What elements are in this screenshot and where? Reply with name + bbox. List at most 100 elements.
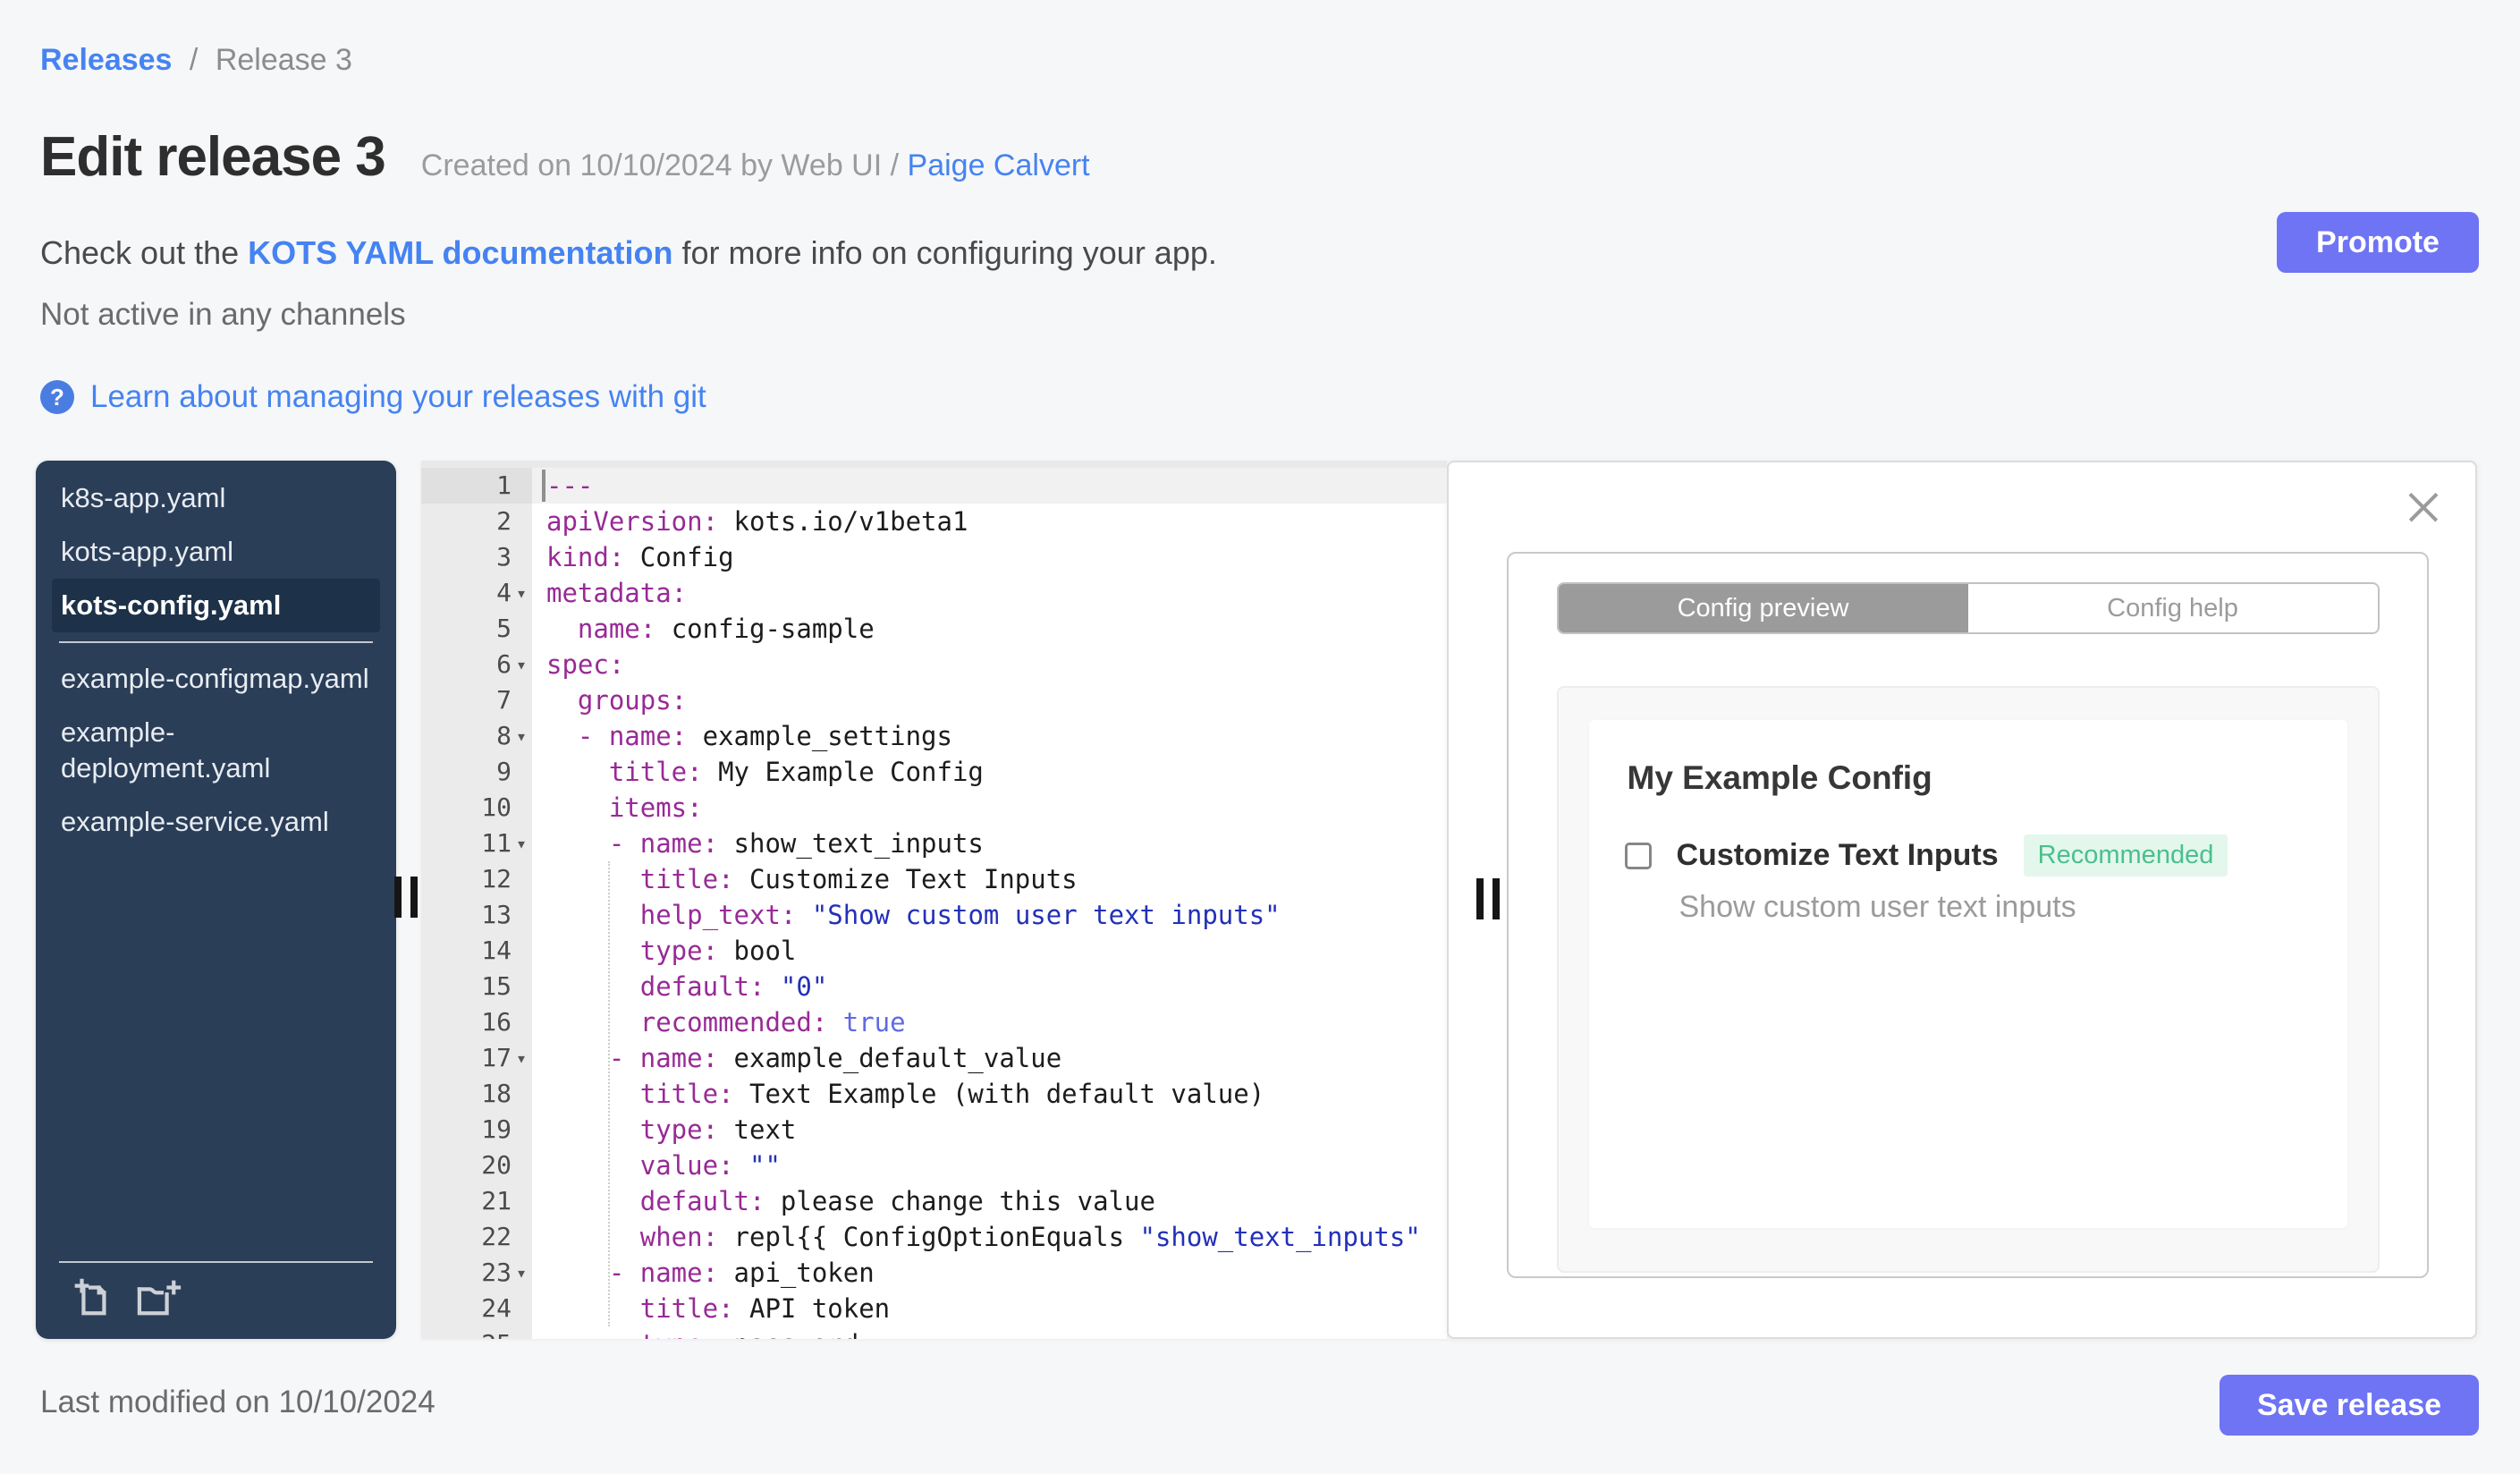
code-line[interactable]: 3 kind: Config: [421, 539, 1447, 575]
code-text: items:: [608, 792, 703, 823]
file-item-kots-app-yaml[interactable]: kots-app.yaml: [52, 525, 380, 579]
release-editor-page: Releases / Release 3 Edit release 3 Crea…: [0, 0, 2520, 1474]
code-line[interactable]: 19 type: text: [421, 1112, 1447, 1148]
code-line[interactable]: 18 title: Text Example (with default val…: [421, 1076, 1447, 1112]
file-sidebar: k8s-app.yaml kots-app.yaml kots-config.yam…: [36, 461, 396, 1339]
breadcrumb-releases-link[interactable]: Releases: [40, 43, 172, 77]
line-number: 16: [481, 1007, 512, 1037]
code-text: - name: example_settings: [577, 721, 952, 751]
fold-arrow-icon[interactable]: ▾: [512, 826, 530, 861]
code-text: metadata:: [546, 578, 688, 608]
code-line[interactable]: 6 ▾ spec:: [421, 647, 1447, 682]
code-line[interactable]: 4 ▾ metadata:: [421, 575, 1447, 611]
code-line[interactable]: 23 ▾ - name: api_token: [421, 1255, 1447, 1291]
breadcrumb-separator: /: [189, 43, 199, 77]
line-number: 10: [481, 792, 512, 822]
line-number: 21: [481, 1186, 512, 1216]
resize-bar: [1493, 878, 1500, 919]
code-line[interactable]: 1 ---: [421, 468, 1447, 504]
code-line[interactable]: 20 value: "": [421, 1148, 1447, 1183]
code-text: spec:: [546, 649, 625, 680]
code-line[interactable]: 21 default: please change this value: [421, 1183, 1447, 1219]
fold-arrow-icon[interactable]: ▾: [512, 718, 530, 754]
code-text: name: config-sample: [577, 614, 875, 644]
code-line[interactable]: 13 help_text: "Show custom user text inp…: [421, 897, 1447, 933]
page-title: Edit release 3: [40, 126, 386, 188]
line-number: 12: [481, 864, 512, 894]
code-text: title: API token: [639, 1293, 891, 1324]
customize-text-inputs-checkbox[interactable]: [1624, 842, 1652, 869]
code-text: apiVersion: kots.io/v1beta1: [546, 506, 968, 537]
yaml-editor[interactable]: 1 --- 2 apiVersion: kots.io/v1beta1 3 kind: C…: [421, 461, 1447, 1339]
promote-button[interactable]: Promote: [2277, 212, 2479, 273]
resize-handle-left[interactable]: [394, 877, 418, 918]
code-line[interactable]: 9 title: My Example Config: [421, 754, 1447, 790]
line-number: 11 ▾: [421, 826, 532, 861]
save-release-button[interactable]: Save release: [2220, 1375, 2479, 1436]
file-item-example-service-yaml[interactable]: example-service.yaml: [52, 795, 380, 849]
code-text: groups:: [577, 685, 688, 716]
file-list: k8s-app.yaml kots-app.yaml kots-config.yam…: [36, 461, 396, 849]
code-text: type: bool: [639, 936, 797, 966]
line-number: 19: [481, 1114, 512, 1144]
git-help-link[interactable]: Learn about managing your releases with …: [90, 379, 706, 415]
breadcrumb-current: Release 3: [215, 43, 352, 77]
file-item-k8s-app-yaml[interactable]: k8s-app.yaml: [52, 471, 380, 525]
line-number: 2: [496, 506, 512, 536]
code-line[interactable]: 15 default: "0": [421, 969, 1447, 1004]
resize-bar: [1476, 878, 1484, 919]
config-item-row: Customize Text Inputs Recommended: [1624, 834, 2228, 877]
file-item-example-configmap-yaml[interactable]: example-configmap.yaml: [52, 652, 380, 706]
code-line[interactable]: 24 title: API token: [421, 1291, 1447, 1326]
breadcrumb: Releases / Release 3: [40, 43, 352, 78]
code-text: ---: [532, 468, 1447, 504]
line-number: 20: [481, 1150, 512, 1180]
fold-arrow-icon[interactable]: ▾: [512, 1255, 530, 1291]
line-number: 15: [481, 971, 512, 1001]
kots-yaml-docs-link[interactable]: KOTS YAML documentation: [248, 234, 672, 271]
tab-config-help[interactable]: Config help: [1967, 584, 2378, 632]
code-line[interactable]: 2 apiVersion: kots.io/v1beta1: [421, 504, 1447, 539]
file-item-example-deployment-yaml[interactable]: example-deployment.yaml: [52, 706, 380, 795]
code-text: default: "0": [639, 971, 828, 1002]
code-text: title: Customize Text Inputs: [639, 864, 1078, 894]
code-line[interactable]: 22 when: repl{{ ConfigOptionEquals "show…: [421, 1219, 1447, 1255]
new-file-icon[interactable]: [72, 1277, 113, 1323]
code-line[interactable]: 16 recommended: true: [421, 1004, 1447, 1040]
code-line[interactable]: 7 groups:: [421, 682, 1447, 718]
code-line[interactable]: 8 ▾ - name: example_settings: [421, 718, 1447, 754]
file-list-divider: [59, 641, 373, 643]
docs-hint-after: for more info on configuring your app.: [672, 234, 1217, 271]
tab-config-preview[interactable]: Config preview: [1558, 584, 1968, 632]
sidebar-footer: [36, 1261, 396, 1339]
resize-bar: [410, 877, 418, 918]
line-number: 5: [496, 614, 512, 643]
code-line[interactable]: 10 items:: [421, 790, 1447, 826]
code-line[interactable]: 14 type: bool: [421, 933, 1447, 969]
code-line[interactable]: 12 title: Customize Text Inputs: [421, 861, 1447, 897]
code-text: when: repl{{ ConfigOptionEquals "show_te…: [639, 1222, 1421, 1252]
workspace: k8s-app.yaml kots-app.yaml kots-config.yam…: [0, 461, 2520, 1339]
close-icon[interactable]: [2404, 487, 2443, 527]
file-item-kots-config-yaml[interactable]: kots-config.yaml: [52, 579, 380, 632]
line-number: 14: [481, 936, 512, 965]
git-help-row[interactable]: ? Learn about managing your releases wit…: [40, 379, 706, 415]
new-folder-icon[interactable]: [132, 1277, 184, 1323]
code-line[interactable]: 11 ▾ - name: show_text_inputs: [421, 826, 1447, 861]
code-line[interactable]: 17 ▾ - name: example_default_value: [421, 1040, 1447, 1076]
fold-arrow-icon[interactable]: ▾: [512, 647, 530, 682]
code-line[interactable]: 25 type: password: [421, 1326, 1447, 1339]
config-item-label: Customize Text Inputs: [1676, 838, 1999, 872]
config-preview-panel: Config preview Config help My Example Con…: [1447, 461, 2477, 1339]
line-number: 6 ▾: [421, 647, 532, 682]
code-text: kind: Config: [546, 542, 734, 572]
code-line[interactable]: 5 name: config-sample: [421, 611, 1447, 647]
channel-status-text: Not active in any channels: [40, 297, 406, 332]
code-rows: 1 --- 2 apiVersion: kots.io/v1beta1 3 kind: C…: [421, 468, 1447, 1339]
created-by-link[interactable]: Paige Calvert: [908, 148, 1090, 182]
line-number: 23 ▾: [421, 1255, 532, 1291]
fold-arrow-icon[interactable]: ▾: [512, 575, 530, 611]
fold-arrow-icon[interactable]: ▾: [512, 1040, 530, 1076]
resize-handle-right[interactable]: [1476, 878, 1500, 919]
title-row: Edit release 3 Created on 10/10/2024 by …: [40, 125, 1090, 189]
